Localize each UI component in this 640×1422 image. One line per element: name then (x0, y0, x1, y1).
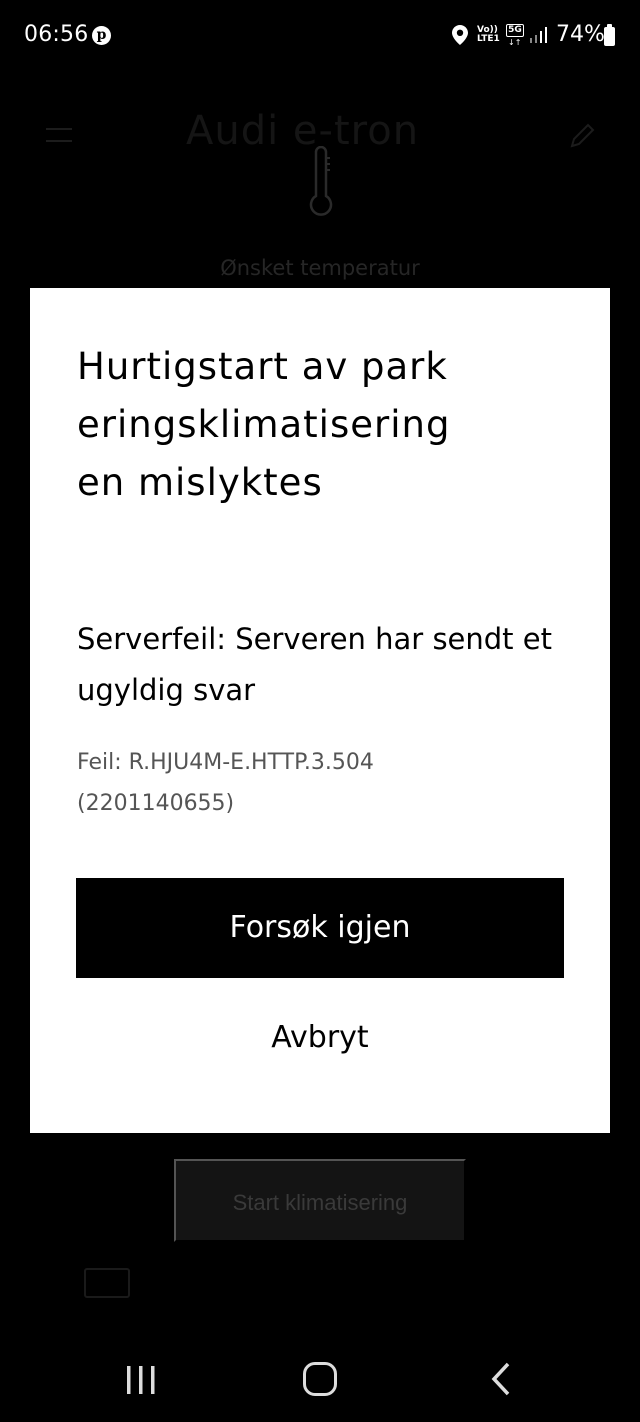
start-climate-button: Start klimatisering (174, 1159, 466, 1242)
data-arrows-icon: ↓↑ (508, 38, 522, 47)
cancel-button[interactable]: Avbryt (76, 1010, 564, 1066)
thermometer-icon (309, 146, 333, 216)
desired-temperature-label: Ønsket temperatur (220, 256, 420, 280)
signal-icon (530, 27, 547, 43)
retry-button[interactable]: Forsøk igjen (76, 878, 564, 978)
status-bar: 06:56 p Vo)) LTE1 5G ↓↑ 74% (0, 0, 640, 74)
menu-icon (46, 128, 72, 142)
navigation-bar (0, 1334, 640, 1422)
dialog-message: Serverfeil: Serveren har sendt et ugyldi… (77, 622, 552, 707)
keyboard-icon (84, 1268, 130, 1298)
recent-apps-icon[interactable] (126, 1364, 156, 1396)
5g-icon: 5G (506, 24, 524, 37)
volte-line2: LTE1 (477, 34, 500, 44)
error-code: Feil: R.HJU4M-E.HTTP.3.504 (2201140655) (77, 750, 374, 816)
volte-icon: Vo)) LTE1 (477, 26, 500, 44)
home-icon[interactable] (303, 1362, 337, 1396)
back-icon[interactable] (490, 1362, 512, 1396)
location-icon (452, 25, 468, 45)
battery-percent: 74% (556, 22, 605, 47)
status-time: 06:56 (24, 22, 89, 47)
battery-icon (604, 24, 615, 46)
error-dialog: Hurtigstart av parkeringsklimatiseringen… (30, 288, 610, 1133)
dialog-title: Hurtigstart av parkeringsklimatiseringen… (77, 345, 451, 504)
app-title: Audi e-tron (186, 108, 420, 154)
edit-icon (570, 123, 595, 148)
pinterest-icon: p (92, 26, 111, 45)
